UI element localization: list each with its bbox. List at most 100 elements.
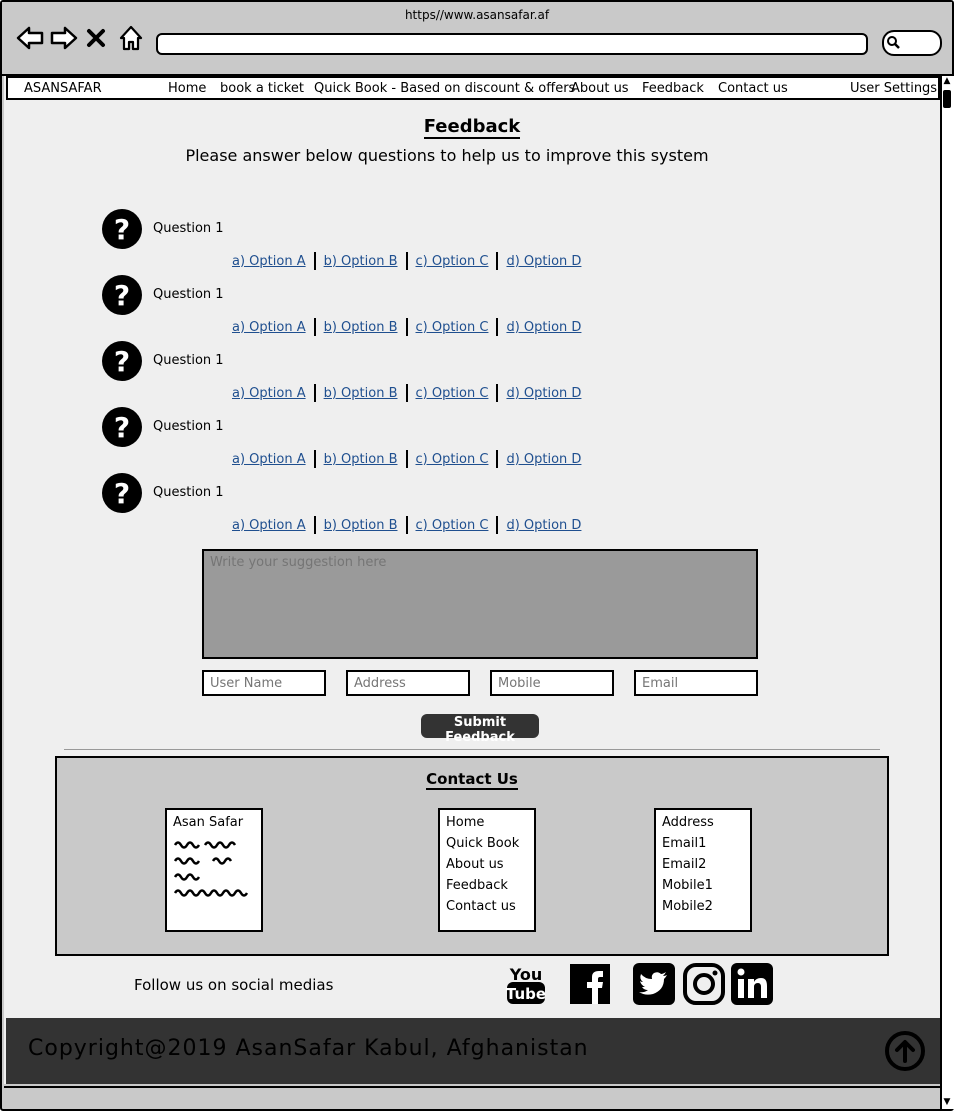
option-a-link[interactable]: a) Option A (232, 254, 306, 269)
svg-text:?: ? (114, 411, 130, 444)
footer-link-feedback[interactable]: Feedback (446, 875, 528, 896)
contact-section: Contact Us Asan Safar Home Quick Book Ab… (55, 756, 889, 956)
contact-email-2: Email2 (662, 857, 707, 872)
company-name: Asan Safar (173, 815, 244, 830)
follow-us-label: Follow us on social medias (134, 976, 334, 994)
horizontal-scrollbar[interactable] (4, 1086, 940, 1109)
suggestion-textarea[interactable] (202, 549, 758, 659)
footer-link-contact[interactable]: Contact us (446, 896, 528, 917)
question-label: Question 1 (153, 419, 224, 434)
option-d-link[interactable]: d) Option D (506, 320, 581, 335)
placeholder-text-scribble (173, 841, 249, 897)
vertical-scrollbar[interactable]: ▲ ▼ (940, 76, 954, 1109)
twitter-icon[interactable] (632, 962, 676, 1006)
back-arrow-icon[interactable] (16, 24, 44, 54)
contact-mobile-2: Mobile2 (662, 899, 713, 914)
copyright-text: Copyright@2019 AsanSafar Kabul, Afghanis… (28, 1036, 589, 1061)
contact-address: Address (662, 815, 714, 830)
menu-item-about[interactable]: About us (571, 81, 629, 96)
mobile-field[interactable] (490, 670, 614, 696)
page-footer: Copyright@2019 AsanSafar Kabul, Afghanis… (6, 1018, 940, 1084)
footer-link-home[interactable]: Home (446, 812, 528, 833)
option-b-link[interactable]: b) Option B (324, 518, 398, 533)
url-text: https//www.asansafar.af (404, 8, 550, 22)
browser-window: https//www.asansafar.af ASANSAFAR Home b… (0, 0, 954, 1111)
address-field[interactable] (346, 670, 470, 696)
menu-item-quick-book[interactable]: Quick Book - Based on discount & offers (314, 81, 575, 96)
question-mark-icon: ? (102, 473, 142, 513)
scroll-to-top-icon[interactable] (884, 1030, 926, 1072)
question-mark-icon: ? (102, 407, 142, 447)
option-a-link[interactable]: a) Option A (232, 386, 306, 401)
menu-item-contact[interactable]: Contact us (718, 81, 788, 96)
option-b-link[interactable]: b) Option B (324, 452, 398, 467)
contact-title: Contact Us (426, 770, 518, 790)
svg-text:You: You (509, 965, 543, 984)
brand-logo[interactable]: ASANSAFAR (24, 81, 102, 96)
option-d-link[interactable]: d) Option D (506, 254, 581, 269)
question-options: a) Option A b) Option B c) Option C d) O… (232, 450, 581, 468)
address-bar[interactable] (156, 33, 868, 55)
question-options: a) Option A b) Option B c) Option C d) O… (232, 318, 581, 336)
question-options: a) Option A b) Option B c) Option C d) O… (232, 252, 581, 270)
option-d-link[interactable]: d) Option D (506, 518, 581, 533)
company-info-box: Asan Safar (165, 808, 263, 932)
option-b-link[interactable]: b) Option B (324, 386, 398, 401)
linkedin-icon[interactable] (730, 962, 774, 1006)
email-field[interactable] (634, 670, 758, 696)
question-label: Question 1 (153, 353, 224, 368)
question-label: Question 1 (153, 287, 224, 302)
footer-link-quick-book[interactable]: Quick Book (446, 833, 528, 854)
quick-links-box: Home Quick Book About us Feedback Contac… (438, 808, 536, 932)
option-c-link[interactable]: c) Option C (416, 254, 489, 269)
question-mark-icon: ? (102, 209, 142, 249)
question-options: a) Option A b) Option B c) Option C d) O… (232, 384, 581, 402)
menu-item-user-settings[interactable]: User Settings (850, 81, 937, 96)
youtube-icon[interactable]: You Tube (504, 962, 548, 1006)
option-d-link[interactable]: d) Option D (506, 452, 581, 467)
option-c-link[interactable]: c) Option C (416, 452, 489, 467)
option-b-link[interactable]: b) Option B (324, 320, 398, 335)
svg-text:?: ? (114, 477, 130, 510)
facebook-icon[interactable] (568, 962, 612, 1006)
close-icon[interactable] (84, 24, 112, 54)
search-icon (887, 36, 900, 49)
menu-item-home[interactable]: Home (168, 81, 206, 96)
browser-toolbar: https//www.asansafar.af (2, 2, 952, 76)
username-field[interactable] (202, 670, 326, 696)
browser-search-field[interactable] (882, 30, 942, 56)
submit-feedback-button[interactable]: Submit Feedback (421, 714, 539, 745)
question-label: Question 1 (153, 485, 224, 500)
scrollbar-thumb[interactable] (943, 90, 951, 108)
menu-item-feedback[interactable]: Feedback (642, 81, 704, 96)
option-a-link[interactable]: a) Option A (232, 320, 306, 335)
footer-link-about[interactable]: About us (446, 854, 528, 875)
page-subtitle: Please answer below questions to help us… (185, 146, 709, 165)
question-mark-icon: ? (102, 275, 142, 315)
scroll-down-arrow-icon[interactable]: ▼ (942, 1097, 952, 1107)
svg-text:Tube: Tube (506, 985, 546, 1003)
option-d-link[interactable]: d) Option D (506, 386, 581, 401)
question-mark-icon: ? (102, 341, 142, 381)
option-a-link[interactable]: a) Option A (232, 518, 306, 533)
option-c-link[interactable]: c) Option C (416, 320, 489, 335)
question-label: Question 1 (153, 221, 224, 236)
contact-email-1: Email1 (662, 836, 707, 851)
top-menu-bar: ASANSAFAR Home book a ticket Quick Book … (6, 76, 940, 100)
svg-text:?: ? (114, 345, 130, 378)
page-viewport: ASANSAFAR Home book a ticket Quick Book … (4, 76, 940, 1084)
svg-text:?: ? (114, 279, 130, 312)
scroll-up-arrow-icon[interactable]: ▲ (942, 76, 952, 86)
contact-details-box: Address Email1 Email2 Mobile1 Mobile2 (654, 808, 752, 932)
instagram-icon[interactable] (682, 962, 726, 1006)
option-c-link[interactable]: c) Option C (416, 386, 489, 401)
option-c-link[interactable]: c) Option C (416, 518, 489, 533)
home-icon[interactable] (118, 24, 146, 54)
forward-arrow-icon[interactable] (50, 24, 78, 54)
svg-text:?: ? (114, 213, 130, 246)
contact-mobile-1: Mobile1 (662, 878, 713, 893)
option-b-link[interactable]: b) Option B (324, 254, 398, 269)
menu-item-book-ticket[interactable]: book a ticket (220, 81, 304, 96)
page-title: Feedback (423, 116, 521, 139)
option-a-link[interactable]: a) Option A (232, 452, 306, 467)
